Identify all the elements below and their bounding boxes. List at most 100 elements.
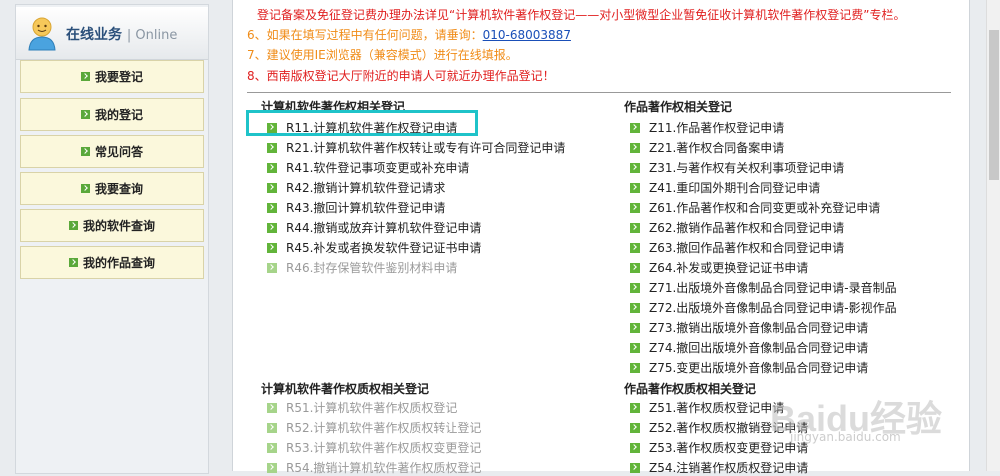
item-label: Z62.撤销作品著作权和合同登记申请 [649, 221, 845, 235]
checkbox-icon [630, 302, 640, 313]
sidebar-item-label: 我要登记 [94, 70, 143, 84]
list-item-r42[interactable]: R42.撤销计算机软件登记请求 [267, 179, 445, 196]
sidebar-title-text: 在线业务 [66, 27, 122, 43]
item-label: R52.计算机软件著作权质权转让登记 [286, 421, 482, 435]
checkbox-icon [630, 182, 640, 193]
item-label: Z72.出版境外音像制品合同登记申请-影视作品 [649, 301, 897, 315]
checkbox-icon [267, 402, 277, 413]
checkbox-icon [630, 422, 640, 433]
sidebar-item-my-software-query[interactable]: 我的软件查询 [20, 209, 204, 242]
list-item-z74[interactable]: Z74.撤回出版境外音像制品合同登记申请 [630, 339, 868, 356]
section-title-software-pledge: 计算机软件著作权质权相关登记 [261, 382, 430, 396]
list-item-z72[interactable]: Z72.出版境外音像制品合同登记申请-影视作品 [630, 299, 897, 316]
checkbox-icon [267, 162, 277, 173]
item-label: Z21.著作权合同备案申请 [649, 141, 785, 155]
checkbox-icon [630, 142, 640, 153]
item-label: R44.撤销或放弃计算机软件登记申请 [286, 221, 482, 235]
list-item-r43[interactable]: R43.撤回计算机软件登记申请 [267, 199, 445, 216]
phone-link[interactable]: 010-68003887 [483, 28, 571, 42]
sidebar-item-my-works-query[interactable]: 我的作品查询 [20, 246, 204, 279]
sidebar: 在线业务 | Online 我要登记 我的登记 常见问答 我要查询 我的软件查询… [15, 4, 209, 474]
checkbox-icon [630, 202, 640, 213]
notice-line-contact: 6、如果在填写过程中有任何问题，请垂询：010-68003887 [247, 26, 571, 43]
notice-line-browser: 7、建议使用IE浏览器（兼容模式）进行在线填报。 [247, 48, 518, 62]
sidebar-item-faq[interactable]: 常见问答 [20, 135, 204, 168]
item-label: R54.撤销计算机软件著作权质权登记 [286, 461, 482, 475]
checkbox-icon [267, 222, 277, 233]
item-label: Z11.作品著作权登记申请 [649, 121, 785, 135]
checkbox-icon [267, 422, 277, 433]
item-label: Z63.撤回作品著作权和合同登记申请 [649, 241, 845, 255]
list-item-z64[interactable]: Z64.补发或更换登记证书申请 [630, 259, 808, 276]
menu-arrow-icon [80, 72, 90, 81]
item-label: R46.封存保管软件鉴别材料申请 [286, 261, 458, 275]
notice-line-fee: 登记备案及免征登记费办理办法详见“计算机软件著作权登记——对小型微型企业暂免征收… [257, 8, 906, 22]
checkbox-icon [630, 282, 640, 293]
list-item-r45[interactable]: R45.补发或者换发软件登记证书申请 [267, 239, 481, 256]
item-label: Z61.作品著作权和合同变更或补充登记申请 [649, 201, 881, 215]
item-label: R42.撤销计算机软件登记请求 [286, 181, 446, 195]
list-item-r46[interactable]: R46.封存保管软件鉴别材料申请 [267, 259, 457, 276]
item-label: Z31.与著作权有关权利事项登记申请 [649, 161, 845, 175]
list-item-r52[interactable]: R52.计算机软件著作权质权转让登记 [267, 419, 481, 436]
divider [247, 92, 951, 93]
menu-arrow-icon [68, 258, 78, 267]
sidebar-item-label: 我的软件查询 [82, 219, 155, 233]
section-title-works: 作品著作权相关登记 [624, 100, 733, 114]
list-item-r51[interactable]: R51.计算机软件著作权质权登记 [267, 399, 457, 416]
checkbox-icon [267, 242, 277, 253]
checkbox-icon [267, 462, 277, 473]
sidebar-item-register[interactable]: 我要登记 [20, 60, 204, 93]
item-label: R41.软件登记事项变更或补充申请 [286, 161, 470, 175]
checkbox-icon [630, 462, 640, 473]
menu-arrow-icon [80, 147, 90, 156]
checkbox-icon [630, 242, 640, 253]
list-item-z61[interactable]: Z61.作品著作权和合同变更或补充登记申请 [630, 199, 880, 216]
checkbox-icon [630, 442, 640, 453]
checkbox-icon [630, 322, 640, 333]
checkbox-icon [267, 262, 277, 273]
baidu-watermark-url: jingyan.baidu.com [790, 430, 901, 444]
list-item-r41[interactable]: R41.软件登记事项变更或补充申请 [267, 159, 469, 176]
list-item-r53[interactable]: R53.计算机软件著作权质权变更登记 [267, 439, 481, 456]
list-item-z73[interactable]: Z73.撤销出版境外音像制品合同登记申请 [630, 319, 868, 336]
list-item-r21[interactable]: R21.计算机软件著作权转让或专有许可合同登记申请 [267, 139, 565, 156]
checkbox-icon [630, 342, 640, 353]
item-label: Z41.重印国外期刊合同登记申请 [649, 181, 821, 195]
vertical-scrollbar[interactable] [986, 0, 1000, 471]
list-item-z51[interactable]: Z51.著作权质权登记申请 [630, 399, 784, 416]
item-label: R45.补发或者换发软件登记证书申请 [286, 241, 482, 255]
list-item-z75[interactable]: Z75.变更出版境外音像制品合同登记申请 [630, 359, 868, 376]
sidebar-item-label: 我要查询 [94, 182, 143, 196]
list-item-z41[interactable]: Z41.重印国外期刊合同登记申请 [630, 179, 820, 196]
sidebar-header: 在线业务 | Online [16, 7, 208, 60]
checkbox-icon [630, 262, 640, 273]
list-item-z63[interactable]: Z63.撤回作品著作权和合同登记申请 [630, 239, 844, 256]
item-label: R43.撤回计算机软件登记申请 [286, 201, 446, 215]
list-item-z11[interactable]: Z11.作品著作权登记申请 [630, 119, 784, 136]
item-label: R21.计算机软件著作权转让或专有许可合同登记申请 [286, 141, 566, 155]
item-label: Z64.补发或更换登记证书申请 [649, 261, 809, 275]
checkbox-icon [267, 442, 277, 453]
list-item-z62[interactable]: Z62.撤销作品著作权和合同登记申请 [630, 219, 844, 236]
item-label: Z54.注销著作权质权登记申请 [649, 461, 809, 475]
checkbox-icon [630, 362, 640, 373]
list-item-z54[interactable]: Z54.注销著作权质权登记申请 [630, 459, 808, 476]
menu-arrow-icon [80, 184, 90, 193]
list-item-z31[interactable]: Z31.与著作权有关权利事项登记申请 [630, 159, 844, 176]
sidebar-item-label: 我的作品查询 [82, 256, 155, 270]
checkbox-icon [267, 142, 277, 153]
list-item-r44[interactable]: R44.撤销或放弃计算机软件登记申请 [267, 219, 481, 236]
sidebar-title: 在线业务 | Online [66, 24, 177, 44]
menu-arrow-icon [80, 110, 90, 119]
list-item-z71[interactable]: Z71.出版境外音像制品合同登记申请-录音制品 [630, 279, 897, 296]
sidebar-item-my-registrations[interactable]: 我的登记 [20, 98, 204, 131]
item-label: Z75.变更出版境外音像制品合同登记申请 [649, 361, 869, 375]
item-label: Z73.撤销出版境外音像制品合同登记申请 [649, 321, 869, 335]
sidebar-item-query[interactable]: 我要查询 [20, 172, 204, 205]
list-item-r54[interactable]: R54.撤销计算机软件著作权质权登记 [267, 459, 481, 476]
list-item-z21[interactable]: Z21.著作权合同备案申请 [630, 139, 784, 156]
item-label: Z51.著作权质权登记申请 [649, 401, 785, 415]
scrollbar-thumb[interactable] [989, 30, 999, 180]
item-label: Z74.撤回出版境外音像制品合同登记申请 [649, 341, 869, 355]
